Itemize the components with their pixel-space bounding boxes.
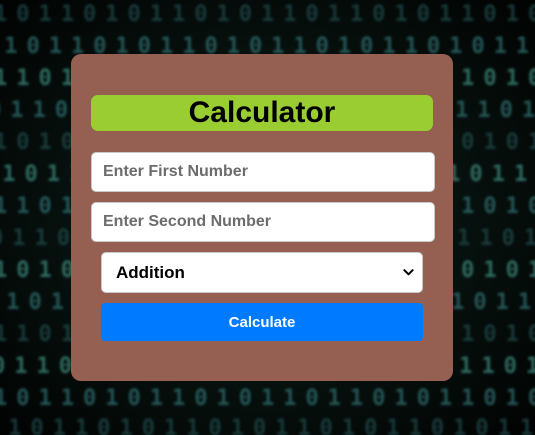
operation-select[interactable]: Addition	[101, 252, 423, 293]
chevron-down-icon	[403, 269, 414, 276]
calculator-title: Calculator	[91, 95, 433, 131]
operation-selected-value: Addition	[116, 263, 185, 282]
calculator-card: Calculator Addition Calculate	[71, 54, 453, 381]
calculate-button[interactable]: Calculate	[101, 303, 423, 341]
second-number-input[interactable]	[91, 202, 435, 242]
first-number-input[interactable]	[91, 152, 435, 192]
